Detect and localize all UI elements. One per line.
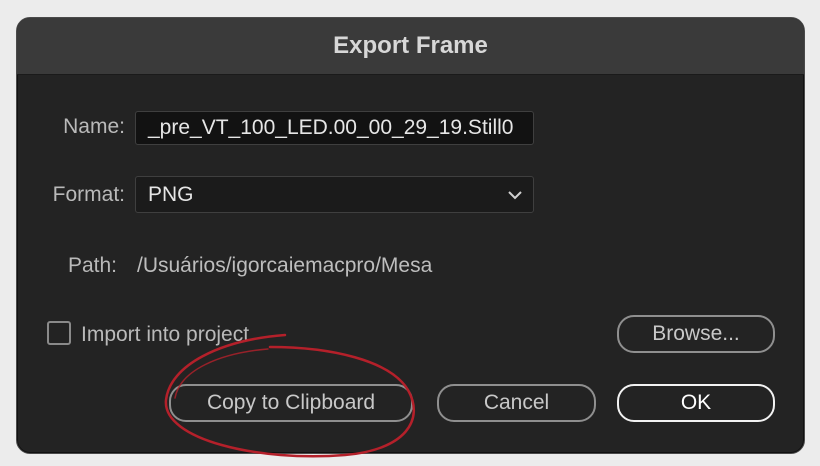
path-value: /Usuários/igorcaiemacpro/Mesa bbox=[137, 254, 433, 277]
export-frame-dialog: Export Frame Name: _pre_VT_100_LED.00_00… bbox=[16, 17, 805, 454]
format-select[interactable]: PNG bbox=[135, 176, 534, 213]
name-field[interactable]: _pre_VT_100_LED.00_00_29_19.Still0 bbox=[135, 111, 534, 145]
name-value: _pre_VT_100_LED.00_00_29_19.Still0 bbox=[148, 116, 514, 139]
format-label: Format: bbox=[52, 183, 125, 206]
path-label: Path: bbox=[67, 254, 117, 277]
import-label: Import into project bbox=[81, 323, 250, 346]
browse-button[interactable]: Browse... bbox=[617, 315, 775, 353]
dialog-title: Export Frame bbox=[17, 18, 804, 75]
cancel-button[interactable]: Cancel bbox=[437, 384, 596, 422]
chevron-down-icon bbox=[508, 191, 522, 200]
format-value: PNG bbox=[148, 182, 194, 206]
ok-button[interactable]: OK bbox=[617, 384, 775, 422]
copy-to-clipboard-button[interactable]: Copy to Clipboard bbox=[169, 384, 413, 422]
import-checkbox[interactable] bbox=[47, 321, 71, 345]
name-label: Name: bbox=[63, 115, 125, 138]
